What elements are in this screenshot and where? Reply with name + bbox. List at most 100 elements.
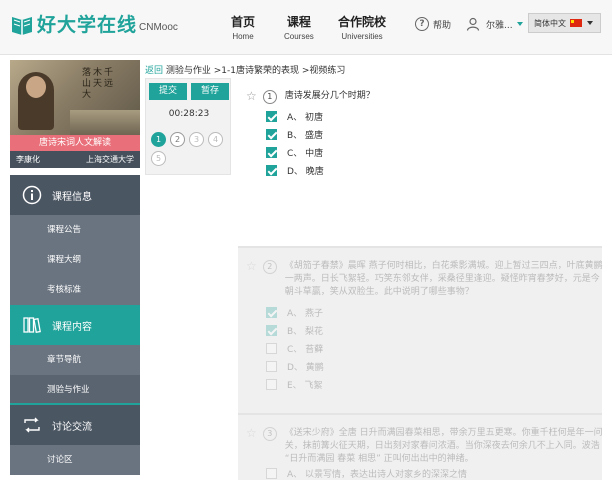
checkbox[interactable] — [266, 307, 277, 318]
question-number-badge: 1 — [262, 90, 277, 104]
menu-discussion[interactable]: 讨论交流 — [10, 405, 140, 445]
nav-courses[interactable]: 课程 Courses — [284, 13, 314, 41]
nav-courses-label: 课程 — [286, 15, 311, 29]
checkbox[interactable] — [266, 361, 277, 372]
question-block: ☆ 1 唐诗发展分几个时期？ A、 初唐 B、 盛唐 C、 中唐 D、 晚唐 — [238, 78, 602, 246]
course-card: 落木千山天远大 唐诗宋词人文解读 李康化 上海交通大学 — [10, 60, 140, 168]
menu-item-quiz-homework[interactable]: 测验与作业 — [10, 375, 140, 405]
course-teacher: 李康化 — [16, 155, 40, 164]
checkbox[interactable] — [266, 468, 277, 479]
star-icon[interactable]: ☆ — [246, 90, 257, 102]
cover-scene — [70, 110, 140, 135]
cover-calligraphy: 落木千山天远大 — [82, 68, 116, 100]
cover-figure-face — [26, 76, 46, 98]
question-header: ☆ 2 《胡笳子春禁》晨晖 燕子何时相比，白花乘影满城。迎上暂过三四点，叶底黄鹂… — [246, 260, 605, 299]
menu-course-content[interactable]: 课程内容 — [10, 305, 140, 345]
question-mark-icon: ? — [415, 17, 429, 31]
question-block: ☆ 2 《胡笳子春禁》晨晖 燕子何时相比，白花乘影满城。迎上暂过三四点，叶底黄鹂… — [238, 248, 605, 413]
china-flag-icon — [570, 19, 582, 27]
submit-button[interactable]: 提交 — [149, 83, 187, 100]
checkbox[interactable] — [266, 129, 277, 140]
option-label: A、 初唐 — [287, 113, 324, 123]
nav-universities[interactable]: 合作院校 Universities — [338, 13, 386, 41]
checkbox[interactable] — [266, 325, 277, 336]
site-header: 好大学在线 CNMooc 首页 Home 课程 Courses 合作院校 Uni… — [0, 0, 612, 55]
nav-universities-label: 合作院校 — [338, 15, 387, 29]
breadcrumb: 返回 测验与作业 >1-1唐诗繁荣的表现 >视频练习 — [145, 63, 345, 76]
option-label: D、 黄鹂 — [287, 363, 324, 373]
question-area: ☆ 1 唐诗发展分几个时期？ A、 初唐 B、 盛唐 C、 中唐 D、 晚唐 ☆… — [238, 78, 605, 480]
checkbox[interactable] — [266, 111, 277, 122]
help-label: 帮助 — [433, 20, 452, 31]
question-text: 《胡笳子春禁》晨晖 燕子何时相比，白花乘影满城。迎上暂过三四点，叶底黄鹂一两声。… — [284, 261, 603, 297]
refresh-arrows-icon — [24, 417, 40, 433]
user-icon — [466, 17, 480, 31]
answer-option[interactable]: E、 飞絮 — [266, 378, 323, 391]
option-label: B、 盛唐 — [287, 131, 324, 141]
star-icon[interactable]: ☆ — [246, 427, 257, 439]
answer-option[interactable]: C、 中唐 — [266, 146, 323, 159]
answer-option[interactable]: B、 盛唐 — [266, 128, 323, 141]
question-block: ☆ 3 《送宋少府》全唐 日升而满园春菜相思，带余万里五更寒。你重千枉何是年一问… — [238, 415, 605, 480]
logo-text: 好大学在线 — [37, 14, 138, 36]
checkbox[interactable] — [266, 343, 277, 354]
nav-courses-sublabel: Courses — [284, 32, 314, 41]
answer-option[interactable]: A、 以景写情，表达出诗人对家乡的深深之情 — [266, 467, 467, 480]
answer-option[interactable]: C、 苔藓 — [266, 342, 323, 355]
star-icon[interactable]: ☆ — [246, 260, 257, 272]
menu-course-content-label: 课程内容 — [52, 321, 92, 333]
menu-discussion-label: 讨论交流 — [52, 421, 92, 433]
help-link[interactable]: ? 帮助 — [415, 17, 451, 31]
nav-universities-sublabel: Universities — [341, 32, 383, 41]
option-label: D、 晚唐 — [287, 167, 324, 177]
language-select[interactable]: 简体中文 — [528, 13, 601, 33]
option-label: C、 中唐 — [287, 149, 324, 159]
menu-course-info[interactable]: 课程信息 — [10, 175, 140, 215]
nav-home[interactable]: 首页 Home — [231, 13, 255, 41]
save-draft-button[interactable]: 暂存 — [191, 83, 229, 100]
option-label: A、 以景写情，表达出诗人对家乡的深深之情 — [287, 470, 468, 480]
answer-option[interactable]: B、 梨花 — [266, 324, 323, 337]
answer-option[interactable]: A、 燕子 — [266, 306, 323, 319]
quiz-control-panel: 提交 暂存 00:28:23 1 2 3 4 5 — [145, 78, 231, 175]
answer-option[interactable]: D、 晚唐 — [266, 164, 324, 177]
checkbox[interactable] — [266, 379, 277, 390]
question-number[interactable]: 3 — [189, 132, 204, 147]
question-text: 《送宋少府》全唐 日升而满园春菜相思，带余万里五更寒。你重千枉何是年一问关，抹前… — [284, 428, 603, 464]
question-number[interactable]: 5 — [151, 151, 166, 166]
site-logo[interactable]: 好大学在线 CNMooc — [10, 10, 178, 37]
menu-item-syllabus[interactable]: 课程大纲 — [10, 245, 140, 275]
course-title: 唐诗宋词人文解读 — [10, 135, 140, 151]
course-meta: 李康化 上海交通大学 — [10, 151, 140, 168]
back-link[interactable]: 返回 — [145, 66, 163, 76]
nav-home-label: 首页 — [231, 15, 256, 29]
caret-down-icon — [587, 21, 593, 25]
menu-item-grading[interactable]: 考核标准 — [10, 275, 140, 305]
option-label: E、 飞絮 — [287, 381, 323, 391]
breadcrumb-path: 测验与作业 >1-1唐诗繁荣的表现 >视频练习 — [165, 66, 346, 76]
answer-option[interactable]: D、 黄鹂 — [266, 360, 324, 373]
checkbox[interactable] — [266, 165, 277, 176]
option-label: A、 燕子 — [287, 309, 324, 319]
menu-item-announcement[interactable]: 课程公告 — [10, 215, 140, 245]
course-school: 上海交通大学 — [86, 155, 134, 164]
user-menu[interactable]: 尔雅... — [466, 17, 523, 31]
menu-item-forum[interactable]: 讨论区 — [10, 445, 140, 475]
course-cover-image[interactable]: 落木千山天远大 — [10, 60, 140, 135]
answer-option[interactable]: A、 初唐 — [266, 110, 323, 123]
username: 尔雅... — [486, 20, 513, 31]
checkbox[interactable] — [266, 147, 277, 158]
menu-course-info-label: 课程信息 — [52, 191, 92, 203]
question-number-list: 1 2 3 4 5 — [151, 132, 231, 170]
question-number[interactable]: 2 — [170, 132, 185, 147]
course-sidebar-menu: 课程信息 课程公告 课程大纲 考核标准 课程内容 章节导航 测验与作业 讨论交流… — [10, 175, 140, 475]
logo-subtitle: CNMooc — [139, 22, 178, 33]
option-label: B、 梨花 — [287, 327, 324, 337]
caret-down-icon — [516, 22, 523, 26]
question-header: ☆ 3 《送宋少府》全唐 日升而满园春菜相思，带余万里五更寒。你重千枉何是年一问… — [246, 427, 605, 466]
info-icon — [22, 185, 42, 205]
question-number[interactable]: 4 — [208, 132, 223, 147]
menu-item-chapter-nav[interactable]: 章节导航 — [10, 345, 140, 375]
nav-home-sublabel: Home — [232, 32, 254, 41]
question-number[interactable]: 1 — [151, 132, 166, 147]
